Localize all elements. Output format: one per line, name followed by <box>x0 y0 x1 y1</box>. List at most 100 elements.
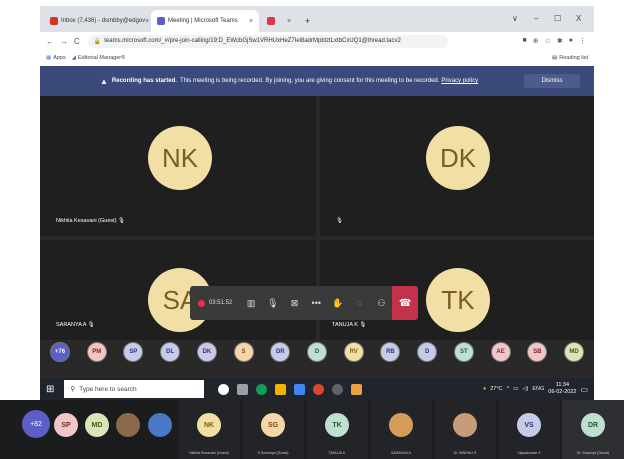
participant-avatar[interactable]: RB <box>380 342 401 362</box>
tab-0[interactable]: Inbox (7,436) - dsmbby@edgov × <box>44 10 149 32</box>
privacy-policy-link[interactable]: Privacy policy <box>441 78 478 84</box>
weather-temp[interactable]: 27°C <box>490 386 502 392</box>
bookmark-editorial[interactable]: Editorial Manager® <box>78 55 125 61</box>
minimize-button[interactable]: – <box>534 14 538 23</box>
windows-taskbar: ⊞ ⚲ Type here to search ● 27°C ^ ▭ ◁) ENG… <box>40 378 594 400</box>
reload-icon[interactable]: C <box>74 37 80 46</box>
file-explorer-icon[interactable] <box>275 383 287 395</box>
strip-avatar[interactable]: SP <box>54 413 78 437</box>
puzzle-icon[interactable]: ✱ <box>557 37 563 45</box>
reading-list-icon[interactable]: ▤ <box>552 55 557 61</box>
chrome-icon[interactable] <box>313 383 325 395</box>
edge-icon[interactable] <box>256 383 268 395</box>
url-field[interactable]: 🔒 teams.microsoft.com/_#/pre-join-calling… <box>87 34 448 48</box>
strip-tile[interactable]: NK Nikhila Kesavani (Guest) <box>178 400 240 459</box>
participant-avatar[interactable]: PM <box>86 342 107 362</box>
dismiss-button[interactable]: Dismiss <box>524 74 580 88</box>
tab-2[interactable]: × <box>261 10 297 32</box>
language[interactable]: ENG <box>532 386 544 392</box>
clock[interactable]: 11:34 06-02-2022 <box>548 382 576 396</box>
address-bar: ← → C 🔒 teams.microsoft.com/_#/pre-join-c… <box>40 32 594 50</box>
extensions-icon[interactable]: ⊕ <box>533 37 539 45</box>
hang-up-button[interactable]: ☎ <box>392 286 418 320</box>
tile-label: Nikhila Kesavani (Guest) 🎙 <box>56 218 126 224</box>
video-tile-nk[interactable]: NK Nikhila Kesavani (Guest) 🎙 <box>40 96 316 236</box>
microphone-icon[interactable]: 🎙 <box>262 298 284 309</box>
notifications-icon[interactable]: ▭ <box>580 385 588 394</box>
new-tab-button[interactable]: + <box>299 10 316 32</box>
strip-tile[interactable]: DR Dr. Sowmya (Guest) <box>562 400 624 459</box>
camera-off-icon[interactable]: ▥ <box>240 298 262 309</box>
search-icon: ⚲ <box>70 386 76 393</box>
participant-avatar[interactable]: +76 <box>50 342 70 362</box>
volume-icon[interactable]: ◁) <box>522 386 528 392</box>
bookmark-star-icon[interactable]: ☆ <box>545 37 551 45</box>
tab-close-icon[interactable]: × <box>145 18 149 25</box>
more-participants-badge[interactable]: +82 <box>22 410 50 438</box>
video-tile-dk[interactable]: DK 🎙 <box>320 96 594 236</box>
strip-tile[interactable]: TK TANUJA K <box>306 400 368 459</box>
participants-icon[interactable]: ⚇ <box>371 298 393 309</box>
cortana-icon[interactable] <box>218 383 230 395</box>
search-placeholder: Type here to search <box>79 385 137 393</box>
tab-close-icon[interactable]: × <box>249 18 253 25</box>
raise-hand-icon[interactable]: ✋ <box>327 298 349 309</box>
strip-tile[interactable]: SG S Sowmiya (Guest) <box>242 400 304 459</box>
reading-list[interactable]: Reading list <box>559 55 588 61</box>
strip-tile-label: Dr. Sowmya (Guest) <box>576 451 610 455</box>
office-icon[interactable] <box>351 383 363 395</box>
recording-dot-icon <box>198 299 205 307</box>
participant-avatar[interactable]: DR <box>270 342 291 362</box>
toolbar-icons: ■ ⊕ ☆ ✱ ● ⋮ <box>523 37 587 45</box>
bookmark-apps[interactable]: Apps <box>53 55 66 61</box>
share-screen-icon[interactable]: ⊠ <box>284 298 306 309</box>
taskbar-apps <box>218 383 363 395</box>
tab-favicon-icon <box>157 17 165 25</box>
chat-icon[interactable]: ◌ <box>349 298 371 308</box>
participant-avatar[interactable]: AE <box>490 342 511 362</box>
participant-avatar[interactable]: SB <box>527 342 548 362</box>
phone-icon: ☎ <box>398 297 412 309</box>
strip-avatar[interactable]: MD <box>85 413 109 437</box>
close-window-button[interactable]: X <box>576 14 581 23</box>
strip-photo-avatar[interactable] <box>116 413 140 437</box>
participant-avatar[interactable]: D <box>307 342 327 362</box>
menu-icon[interactable]: ⋮ <box>579 37 586 45</box>
participant-avatar[interactable]: S <box>233 342 254 362</box>
strip-tile[interactable]: VS Vijayakumar S <box>498 400 560 459</box>
tab-close-icon[interactable]: × <box>287 18 291 25</box>
mic-off-icon: 🎙 <box>116 218 126 224</box>
participant-avatar[interactable]: ST <box>453 342 474 362</box>
tile-label: TANUJA K 🎙 <box>332 322 367 328</box>
store-icon[interactable] <box>294 383 306 395</box>
teams-meeting: ▲ Recording has started. This meeting is… <box>40 66 594 378</box>
forward-icon[interactable]: → <box>60 37 68 46</box>
system-tray: ● 27°C ^ ▭ ◁) ENG 11:34 06-02-2022 ▭ <box>483 382 588 396</box>
participant-avatar[interactable]: SP <box>123 342 144 362</box>
taskbar-search[interactable]: ⚲ Type here to search <box>64 380 205 398</box>
more-actions-icon[interactable]: ••• <box>305 298 327 308</box>
participant-avatar[interactable]: DK <box>196 342 217 362</box>
windows-start-icon[interactable]: ⊞ <box>46 384 54 395</box>
strip-photo-avatar[interactable] <box>148 413 172 437</box>
participant-avatar[interactable]: RV <box>343 342 364 362</box>
strip-tile[interactable]: SARANYA A <box>370 400 432 459</box>
participant-avatar[interactable]: D <box>417 342 438 362</box>
strip-tile[interactable]: Dr. BINDHU S <box>434 400 496 459</box>
back-icon[interactable]: ← <box>46 37 54 46</box>
task-view-icon[interactable] <box>237 383 249 395</box>
participant-avatar[interactable]: MD <box>564 342 584 362</box>
network-icon[interactable]: ▭ <box>513 386 518 392</box>
apps-grid-icon[interactable]: ▦ <box>46 55 51 61</box>
browser-window: Inbox (7,436) - dsmbby@edgov × Meeting | M… <box>40 6 594 67</box>
participant-avatar[interactable]: DL <box>160 342 181 362</box>
strip-tile-avatar: TK <box>325 413 349 437</box>
profile-icon[interactable]: ● <box>569 37 573 45</box>
tab-search-icon[interactable]: ∨ <box>512 14 518 23</box>
tray-chevron-icon[interactable]: ^ <box>507 386 510 392</box>
tab-1[interactable]: Meeting | Microsoft Teams × <box>151 10 259 32</box>
maximize-button[interactable]: ☐ <box>554 14 561 23</box>
camera-icon[interactable]: ■ <box>523 37 527 45</box>
app-icon[interactable] <box>332 383 344 395</box>
bookmark-editorial-icon: ◢ <box>71 55 76 61</box>
